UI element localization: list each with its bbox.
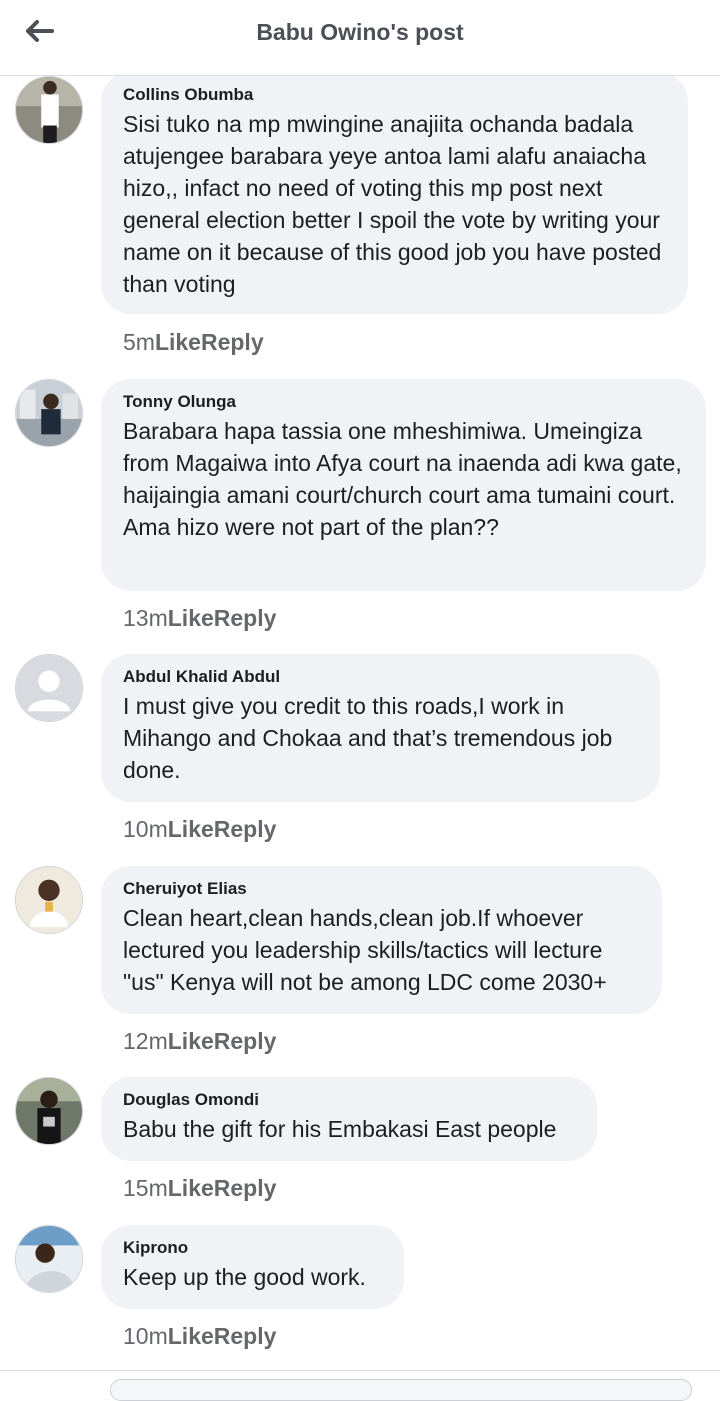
avatar[interactable] (15, 379, 83, 447)
comment-bubble: Abdul Khalid Abdul I must give you credi… (101, 654, 660, 802)
comment-text: Barabara hapa tassia one mheshimiwa. Ume… (123, 418, 682, 540)
comment-actions: 13mLikeReply (123, 602, 276, 634)
like-button[interactable]: Like (168, 1320, 214, 1352)
reply-button[interactable]: Reply (201, 326, 264, 358)
comment-bubble: Douglas Omondi Babu the gift for his Emb… (101, 1077, 597, 1161)
avatar[interactable] (15, 866, 83, 934)
comment-author[interactable]: Abdul Khalid Abdul (123, 666, 638, 688)
comment-actions: 15mLikeReply (123, 1172, 276, 1204)
comment-bubble: Kiprono Keep up the good work. (101, 1225, 404, 1309)
comment-time: 10m (123, 1323, 168, 1349)
avatar[interactable] (15, 76, 83, 144)
comment-bubble: Cheruiyot Elias Clean heart,clean hands,… (101, 866, 662, 1014)
comment-bubble: Tonny Olunga Barabara hapa tassia one mh… (101, 379, 706, 591)
comment-input[interactable] (110, 1379, 692, 1401)
user-photo-icon (16, 380, 82, 446)
comment-author[interactable]: Kiprono (123, 1237, 382, 1259)
user-photo-icon (16, 77, 82, 143)
comment-actions: 5mLikeReply (123, 326, 264, 358)
like-button[interactable]: Like (168, 813, 214, 845)
comment-author[interactable]: Collins Obumba (123, 84, 666, 106)
like-button[interactable]: Like (168, 602, 214, 634)
comment-text: Babu the gift for his Embakasi East peop… (123, 1116, 557, 1142)
comment-text: Clean heart,clean hands,clean job.If who… (123, 905, 607, 995)
comment-author[interactable]: Tonny Olunga (123, 391, 684, 413)
avatar[interactable] (15, 1225, 83, 1293)
reply-button[interactable]: Reply (214, 1320, 277, 1352)
avatar[interactable] (15, 654, 83, 722)
reply-button[interactable]: Reply (214, 1025, 277, 1057)
comment-actions: 10mLikeReply (123, 813, 276, 845)
page-title: Babu Owino's post (256, 19, 464, 45)
comment-actions: 12mLikeReply (123, 1025, 276, 1057)
comment-time: 15m (123, 1175, 168, 1201)
comment-time: 12m (123, 1028, 168, 1054)
comment-actions: 10mLikeReply (123, 1320, 276, 1352)
comment-bubble: Collins Obumba Sisi tuko na mp mwingine … (101, 72, 688, 314)
comment-text: Keep up the good work. (123, 1264, 366, 1290)
divider (0, 1370, 720, 1371)
comment-time: 13m (123, 605, 168, 631)
avatar[interactable] (15, 1077, 83, 1145)
like-button[interactable]: Like (168, 1172, 214, 1204)
comment-author[interactable]: Douglas Omondi (123, 1089, 575, 1111)
comment-time: 5m (123, 329, 155, 355)
comment-text: Sisi tuko na mp mwingine anajiita ochand… (123, 111, 662, 297)
comment-time: 10m (123, 816, 168, 842)
reply-button[interactable]: Reply (214, 813, 277, 845)
comment-text: I must give you credit to this roads,I w… (123, 693, 613, 783)
user-photo-icon (16, 1078, 82, 1144)
user-photo-icon (16, 867, 82, 933)
top-bar: Babu Owino's post (0, 0, 720, 76)
default-avatar-icon (16, 655, 82, 721)
like-button[interactable]: Like (155, 326, 201, 358)
comment-author[interactable]: Cheruiyot Elias (123, 878, 640, 900)
reply-button[interactable]: Reply (214, 602, 277, 634)
user-photo-icon (16, 1226, 82, 1292)
reply-button[interactable]: Reply (214, 1172, 277, 1204)
like-button[interactable]: Like (168, 1025, 214, 1057)
